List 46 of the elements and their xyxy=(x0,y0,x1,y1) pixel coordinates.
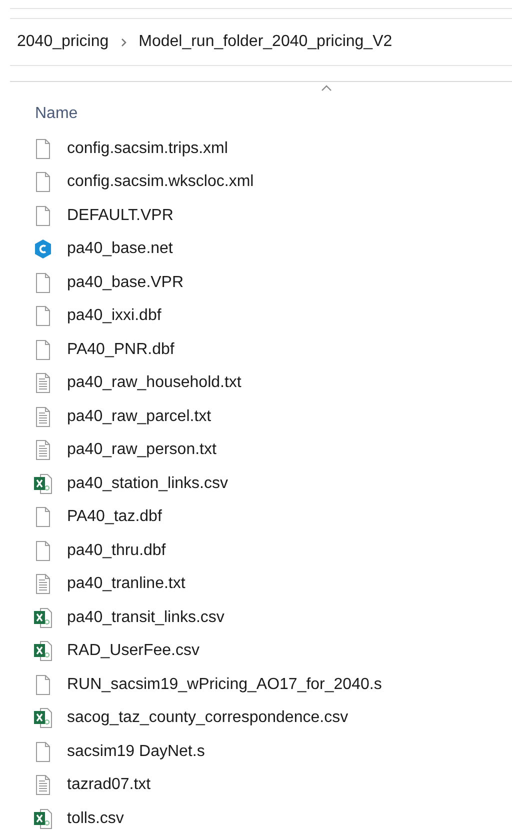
name-column-header[interactable]: Name xyxy=(35,104,78,124)
file-name[interactable]: pa40_base.net xyxy=(67,240,173,258)
file-icon xyxy=(34,172,52,192)
file-name[interactable]: pa40_base.VPR xyxy=(67,274,184,292)
file-icon xyxy=(34,206,52,226)
file-name[interactable]: tazrad07.txt xyxy=(67,776,151,794)
file-name[interactable]: RAD_UserFee.csv xyxy=(67,642,200,660)
breadcrumb-item[interactable]: 2040_pricing xyxy=(17,33,109,51)
file-name[interactable]: pa40_ixxi.dbf xyxy=(67,307,162,326)
file-icon xyxy=(34,272,52,293)
file-name[interactable]: config.sacsim.trips.xml xyxy=(67,140,228,158)
spreadsheet-icon xyxy=(34,708,52,728)
text-file-icon xyxy=(34,440,52,460)
spreadsheet-icon xyxy=(34,608,52,628)
text-file-icon xyxy=(34,574,52,594)
chevron-icon xyxy=(120,38,127,46)
file-icon xyxy=(34,507,52,528)
file-name[interactable]: RUN_sacsim19_wPricing_AO17_for_2040.s xyxy=(67,676,382,694)
hexagon-c-icon xyxy=(34,239,52,260)
file-icon xyxy=(34,138,52,159)
file-name[interactable]: DEFAULT.VPR xyxy=(67,206,174,225)
file-name[interactable]: pa40_tranline.txt xyxy=(67,575,186,594)
spreadsheet-icon xyxy=(34,641,52,662)
file-name[interactable]: PA40_taz.dbf xyxy=(67,508,162,526)
file-icon xyxy=(34,306,52,326)
sort-caret-icon xyxy=(321,85,332,91)
text-file-icon xyxy=(34,373,52,394)
file-name[interactable]: PA40_PNR.dbf xyxy=(67,340,174,359)
spreadsheet-icon xyxy=(34,474,52,494)
text-file-icon xyxy=(34,775,52,796)
file-name[interactable]: sacsim19 DayNet.s xyxy=(67,742,205,761)
file-name[interactable]: pa40_thru.dbf xyxy=(67,542,166,560)
file-name[interactable]: tolls.csv xyxy=(67,810,124,828)
file-icon xyxy=(34,540,52,561)
file-icon xyxy=(34,742,52,762)
file-name[interactable]: pa40_station_links.csv xyxy=(67,474,228,493)
file-name[interactable]: sacog_taz_county_correspondence.csv xyxy=(67,709,348,728)
file-name[interactable]: pa40_raw_person.txt xyxy=(67,441,216,460)
text-file-icon xyxy=(34,406,52,427)
file-icon xyxy=(34,674,52,695)
file-name[interactable]: pa40_transit_links.csv xyxy=(67,608,224,627)
file-icon xyxy=(34,340,52,360)
file-name[interactable]: pa40_raw_parcel.txt xyxy=(67,408,212,426)
file-name[interactable]: config.sacsim.wkscloc.xml xyxy=(67,173,254,192)
breadcrumb-item[interactable]: Model_run_folder_2040_pricing_V2 xyxy=(138,33,392,51)
file-name[interactable]: pa40_raw_household.txt xyxy=(67,374,242,392)
